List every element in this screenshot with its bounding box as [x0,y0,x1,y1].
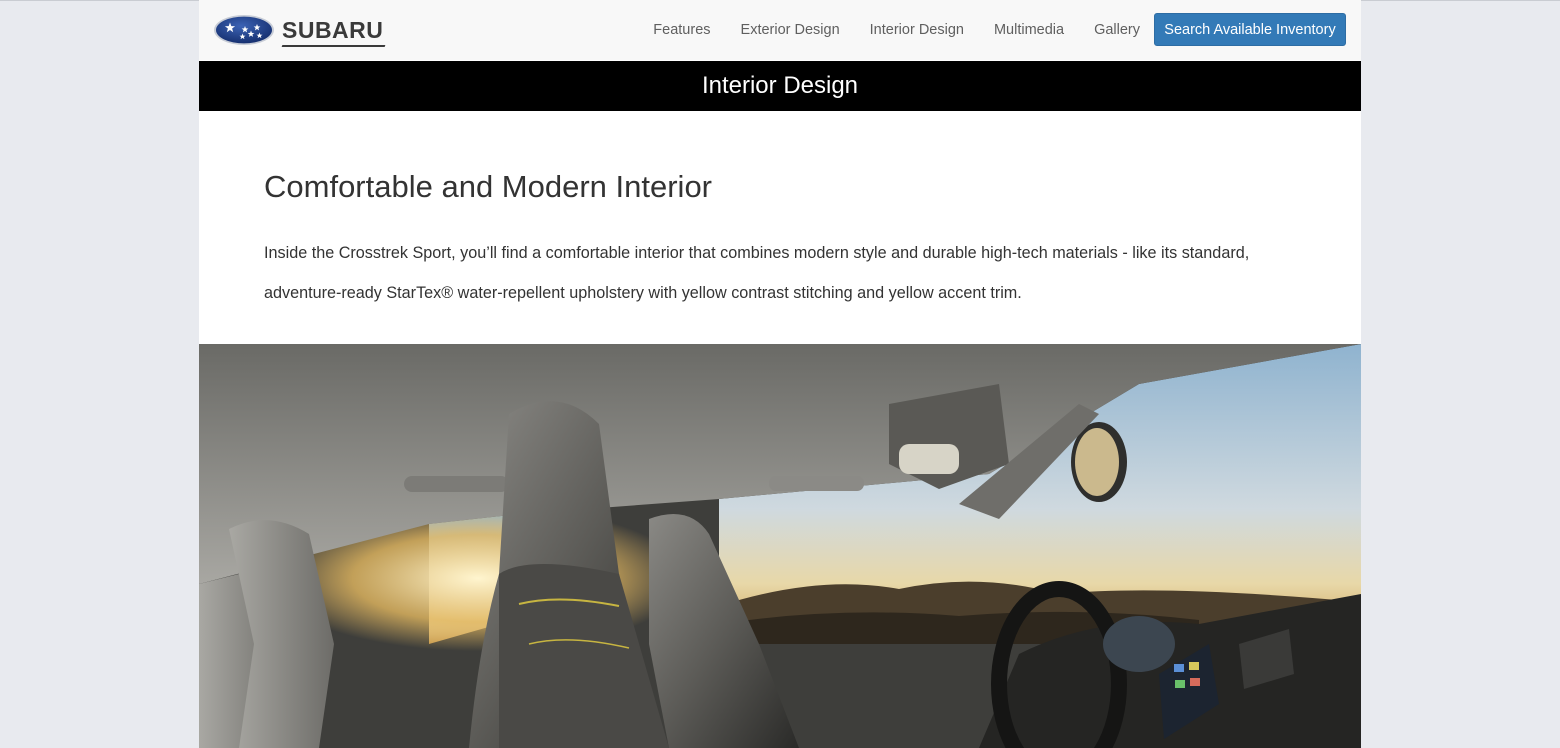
nav-link-features[interactable]: Features [653,1,710,59]
car-interior-photo [199,344,1361,748]
nav-link-multimedia[interactable]: Multimedia [994,1,1064,59]
content-headline: Comfortable and Modern Interior [264,169,713,204]
content-body: Inside the Crosstrek Sport, you’ll find … [264,244,1250,302]
brand-wordmark: SUBARU [282,16,384,43]
nav-link-gallery[interactable]: Gallery [1094,1,1140,59]
search-inventory-button[interactable]: Search Available Inventory [1154,13,1346,46]
subaru-emblem-icon [214,15,274,45]
brand-logo-link[interactable]: SUBARU [213,14,383,46]
section-title-bar: Interior Design [199,61,1361,111]
nav-link-interior-design[interactable]: Interior Design [870,1,964,59]
main-nav: Features Exterior Design Interior Design… [623,0,1140,60]
nav-link-exterior-design[interactable]: Exterior Design [741,1,840,59]
page-container: SUBARU Features Exterior Design Interior… [199,0,1361,748]
section-title: Interior Design [701,72,859,99]
navbar: SUBARU Features Exterior Design Interior… [199,0,1361,60]
